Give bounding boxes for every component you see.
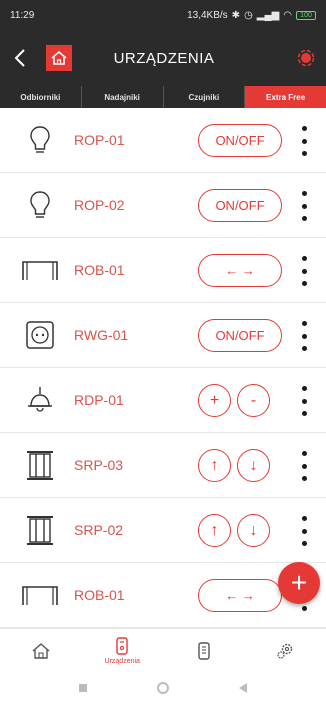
device-row: SRP-03 ↑ ↓ [0, 433, 326, 498]
nav-home[interactable] [0, 629, 82, 672]
tab-czujniki[interactable]: Czujniki [164, 86, 246, 108]
status-indicators: 13,4KB/s ✱ ◷ ▂▄▆ ◠ 100 [187, 10, 316, 21]
settings-gears-icon [277, 643, 293, 659]
tab-odbiorniki[interactable]: Odbiorniki [0, 86, 82, 108]
on-off-button[interactable]: ON/OFF [198, 189, 282, 222]
tab-nadajniki[interactable]: Nadajniki [82, 86, 164, 108]
device-name: ROB-01 [74, 587, 125, 603]
wifi-icon: ◠ [283, 9, 292, 21]
left-right-button[interactable]: ← → [198, 579, 282, 612]
connection-status-button[interactable] [286, 30, 326, 86]
bluetooth-icon: ✱ [231, 9, 241, 21]
more-options-icon[interactable] [296, 191, 312, 221]
house-icon [32, 642, 50, 659]
nav-devices[interactable]: Urządzenia [82, 629, 164, 672]
nav-settings[interactable] [245, 629, 326, 672]
blinds-icon [20, 447, 60, 483]
device-row: ROP-01 ON/OFF [0, 108, 326, 173]
bottom-nav: Urządzenia [0, 628, 326, 672]
net-speed: 13,4KB/s [187, 9, 228, 21]
socket-icon [20, 317, 60, 353]
status-bar: 11:29 13,4KB/s ✱ ◷ ▂▄▆ ◠ 100 [0, 0, 326, 30]
alarm-icon: ◷ [244, 9, 253, 21]
device-row: RDP-01 + - [0, 368, 326, 433]
device-icon [116, 637, 128, 655]
system-nav-bar [0, 672, 326, 704]
up-button[interactable]: ↑ [198, 449, 231, 482]
up-button[interactable]: ↑ [198, 514, 231, 547]
gate-icon [20, 252, 60, 288]
more-options-icon[interactable] [296, 256, 312, 286]
back-triangle-icon[interactable] [239, 683, 247, 693]
app-bar: URZĄDZENIA [0, 30, 326, 86]
add-device-button[interactable]: + [278, 562, 320, 604]
home-circle-icon[interactable] [157, 682, 169, 694]
more-options-icon[interactable] [296, 321, 312, 351]
ceiling-lamp-icon [20, 382, 60, 418]
minus-button[interactable]: - [237, 384, 270, 417]
back-button[interactable] [0, 30, 40, 86]
device-name: ROP-02 [74, 197, 125, 213]
device-row: ROP-02 ON/OFF [0, 173, 326, 238]
device-name: SRP-03 [74, 457, 124, 473]
on-off-button[interactable]: ON/OFF [198, 124, 282, 157]
left-right-button[interactable]: ← → [198, 254, 282, 287]
device-row: SRP-02 ↑ ↓ [0, 498, 326, 563]
more-options-icon[interactable] [296, 126, 312, 156]
more-options-icon[interactable] [296, 386, 312, 416]
bulb-icon [20, 122, 60, 158]
more-options-icon[interactable] [296, 516, 312, 546]
bulb-icon [20, 187, 60, 223]
device-row: ROB-01 ← → [0, 238, 326, 303]
on-off-button[interactable]: ON/OFF [198, 319, 282, 352]
device-name: RDP-01 [74, 392, 124, 408]
nav-devices-label: Urządzenia [104, 658, 140, 665]
down-button[interactable]: ↓ [237, 449, 270, 482]
device-name: RWG-01 [74, 327, 129, 343]
tab-extra-free[interactable]: Extra Free [245, 86, 326, 108]
down-button[interactable]: ↓ [237, 514, 270, 547]
gate-icon [20, 577, 60, 613]
blinds-icon [20, 512, 60, 548]
device-row: RWG-01 ON/OFF [0, 303, 326, 368]
device-name: ROP-01 [74, 132, 125, 148]
device-name: SRP-02 [74, 522, 124, 538]
device-list: ROP-01 ON/OFF ROP-02 ON/OFF ROB-01 ← → R… [0, 108, 326, 628]
chevron-left-icon [14, 49, 25, 67]
signal-icon: ▂▄▆ [256, 9, 280, 21]
tab-bar: Odbiorniki Nadajniki Czujniki Extra Free [0, 86, 326, 108]
battery-icon: 100 [296, 10, 316, 20]
recent-apps-icon[interactable] [79, 684, 87, 692]
page-title: URZĄDZENIA [113, 49, 215, 67]
connection-status-icon [297, 49, 315, 67]
more-options-icon[interactable] [296, 451, 312, 481]
device-row: ROB-01 ← → [0, 563, 326, 628]
plus-button[interactable]: + [198, 384, 231, 417]
nav-remote[interactable] [163, 629, 245, 672]
status-time: 11:29 [10, 9, 35, 21]
remote-icon [198, 641, 210, 660]
device-name: ROB-01 [74, 262, 125, 278]
